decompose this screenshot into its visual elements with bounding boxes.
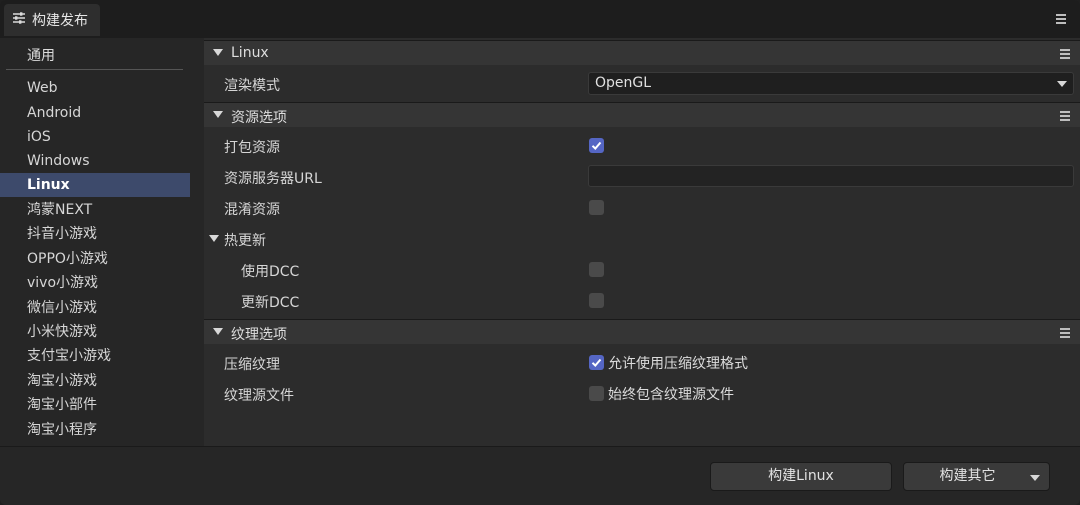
sidebar-item-taobao-minigame[interactable]: 淘宝小游戏 bbox=[0, 369, 190, 393]
collapse-arrow-icon[interactable] bbox=[213, 328, 223, 335]
sidebar-item-alipay-minigame[interactable]: 支付宝小游戏 bbox=[0, 344, 190, 368]
render-mode-label: 渲染模式 bbox=[224, 78, 280, 94]
texture-source-label: 纹理源文件 bbox=[224, 388, 294, 404]
sidebar-item-ios[interactable]: iOS bbox=[0, 125, 190, 149]
chevron-down-icon bbox=[1057, 81, 1067, 87]
section-menu-icon[interactable] bbox=[1060, 111, 1070, 121]
section-title: Linux bbox=[231, 45, 269, 61]
use-dcc-label: 使用DCC bbox=[241, 264, 300, 280]
checkmark-icon bbox=[591, 358, 602, 367]
sidebar-header[interactable]: 通用 bbox=[27, 45, 55, 65]
resource-server-url-input[interactable] bbox=[588, 165, 1074, 187]
hot-update-label[interactable]: 热更新 bbox=[224, 230, 266, 250]
sidebar-item-harmony-next[interactable]: 鸿蒙NEXT bbox=[0, 198, 190, 222]
window-menu-icon[interactable] bbox=[1056, 14, 1066, 24]
render-mode-value: OpenGL bbox=[595, 75, 652, 91]
build-other-label: 构建其它 bbox=[939, 468, 996, 484]
sidebar-item-taobao-miniprogram[interactable]: 淘宝小程序 bbox=[0, 418, 190, 442]
title-bar: 构建发布 bbox=[0, 0, 1080, 38]
render-mode-select[interactable]: OpenGL bbox=[588, 72, 1074, 95]
sliders-icon bbox=[12, 11, 26, 29]
section-header-texture[interactable]: 纹理选项 bbox=[204, 319, 1080, 344]
settings-panel: Linux 渲染模式 OpenGL 资源选项 打包资源 资源服务器URL 混淆资… bbox=[204, 38, 1080, 446]
pack-resources-label: 打包资源 bbox=[224, 140, 280, 156]
sidebar-item-oppo-minigame[interactable]: OPPO小游戏 bbox=[0, 247, 190, 271]
chevron-down-icon[interactable] bbox=[1030, 475, 1040, 481]
compress-texture-checkbox[interactable] bbox=[589, 355, 604, 370]
platform-sidebar: 通用 Web Android iOS Windows Linux 鸿蒙NEXT … bbox=[0, 38, 196, 446]
build-publish-window: 构建发布 通用 Web Android iOS Windows Linux 鸿蒙… bbox=[0, 0, 1080, 505]
resource-server-url-label: 资源服务器URL bbox=[224, 171, 322, 187]
checkmark-icon bbox=[591, 141, 602, 150]
sidebar-item-windows[interactable]: Windows bbox=[0, 149, 190, 173]
update-dcc-checkbox[interactable] bbox=[589, 293, 604, 308]
obfuscate-resources-checkbox[interactable] bbox=[589, 200, 604, 215]
sidebar-item-android[interactable]: Android bbox=[0, 101, 190, 125]
collapse-arrow-icon[interactable] bbox=[213, 49, 223, 56]
section-title: 纹理选项 bbox=[231, 327, 287, 343]
texture-source-option-label[interactable]: 始终包含纹理源文件 bbox=[608, 384, 734, 404]
texture-source-checkbox[interactable] bbox=[589, 386, 604, 401]
section-menu-icon[interactable] bbox=[1060, 328, 1070, 338]
tab-title: 构建发布 bbox=[32, 13, 88, 29]
collapse-arrow-icon[interactable] bbox=[209, 235, 219, 242]
build-linux-button[interactable]: 构建Linux bbox=[710, 462, 892, 491]
update-dcc-label: 更新DCC bbox=[241, 295, 300, 311]
compress-texture-option-label[interactable]: 允许使用压缩纹理格式 bbox=[608, 353, 748, 373]
sidebar-item-linux[interactable]: Linux bbox=[0, 173, 190, 197]
obfuscate-resources-label: 混淆资源 bbox=[224, 202, 280, 218]
collapse-arrow-icon[interactable] bbox=[213, 111, 223, 118]
sidebar-item-web[interactable]: Web bbox=[0, 76, 190, 100]
sidebar-item-taobao-widget[interactable]: 淘宝小部件 bbox=[0, 393, 190, 417]
section-header-resources[interactable]: 资源选项 bbox=[204, 102, 1080, 127]
section-header-linux[interactable]: Linux bbox=[204, 40, 1080, 65]
sidebar-item-douyin-minigame[interactable]: 抖音小游戏 bbox=[0, 222, 190, 246]
pack-resources-checkbox[interactable] bbox=[589, 138, 604, 153]
build-other-button[interactable]: 构建其它 bbox=[903, 462, 1050, 491]
tab-build-publish[interactable]: 构建发布 bbox=[4, 4, 100, 36]
compress-texture-label: 压缩纹理 bbox=[224, 357, 280, 373]
footer-bar: 构建Linux 构建其它 bbox=[0, 446, 1080, 505]
sidebar-item-wechat-minigame[interactable]: 微信小游戏 bbox=[0, 296, 190, 320]
section-title: 资源选项 bbox=[231, 110, 287, 126]
section-menu-icon[interactable] bbox=[1060, 49, 1070, 59]
sidebar-divider bbox=[6, 69, 183, 70]
sidebar-item-xiaomi-quickgame[interactable]: 小米快游戏 bbox=[0, 320, 190, 344]
use-dcc-checkbox[interactable] bbox=[589, 262, 604, 277]
sidebar-item-vivo-minigame[interactable]: vivo小游戏 bbox=[0, 271, 190, 295]
